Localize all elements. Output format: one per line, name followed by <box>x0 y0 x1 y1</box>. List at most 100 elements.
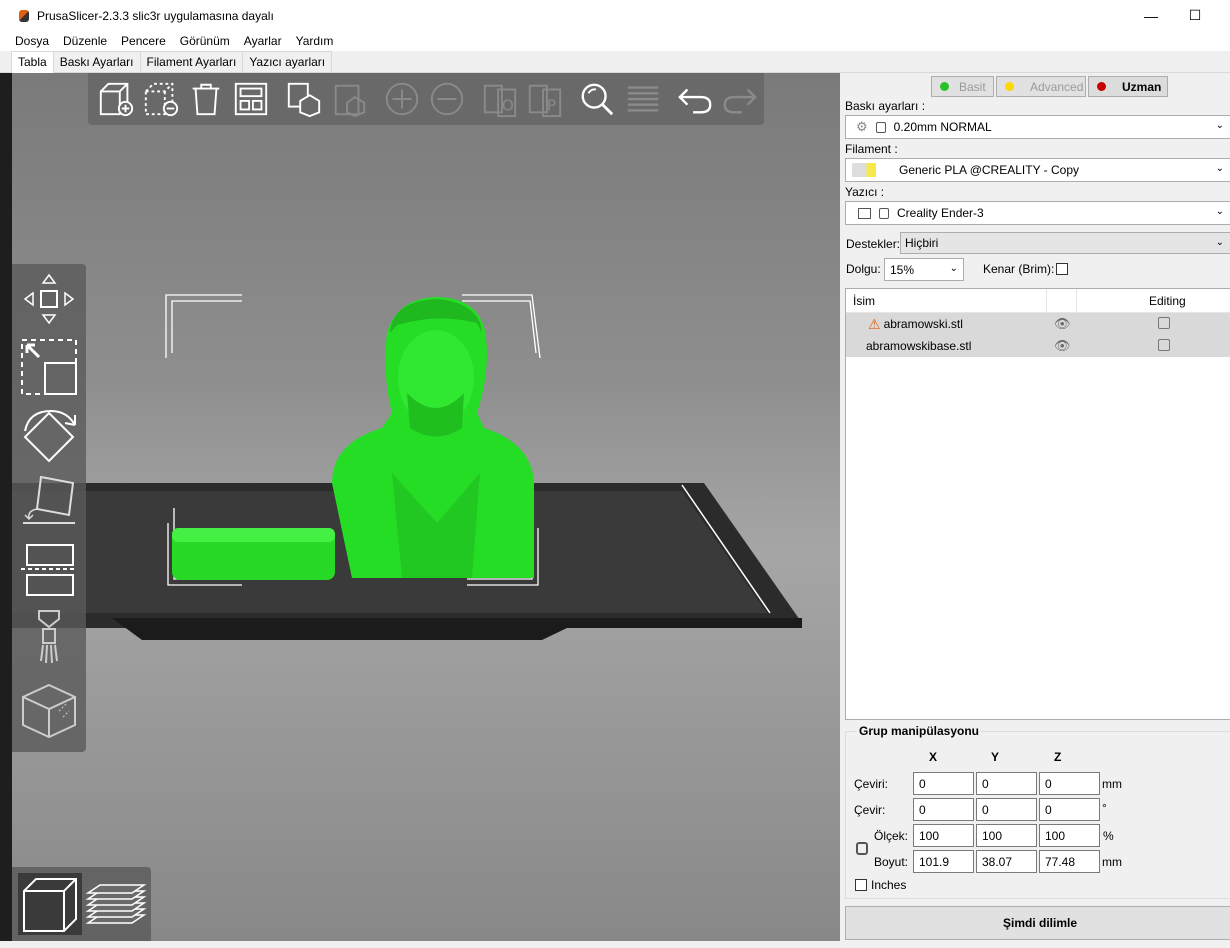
delete-all-icon[interactable] <box>184 77 227 121</box>
group-manipulation-panel: Grup manipülasyonu X Y Z Çeviri: 0 0 0 m… <box>845 724 1230 899</box>
filament-value: Generic PLA @CREALITY - Copy <box>899 163 1080 177</box>
paint-supports-icon[interactable] <box>18 608 80 670</box>
menu-edit[interactable]: Düzenle <box>56 34 114 48</box>
prusaslicer-logo-icon <box>19 9 29 22</box>
scale-z-field[interactable]: 100 <box>1039 824 1100 847</box>
edit-settings-icon[interactable] <box>1158 317 1170 329</box>
mode-expert-button[interactable]: Uzman <box>1088 76 1168 97</box>
sla-support-icon[interactable] <box>18 680 80 742</box>
rotation-y-field[interactable]: 0 <box>976 798 1037 821</box>
print-settings-label: Baskı ayarları : <box>845 99 926 113</box>
split-objects-icon: O <box>478 77 521 121</box>
position-y-field[interactable]: 0 <box>976 772 1037 795</box>
size-y-field[interactable]: 38.07 <box>976 850 1037 873</box>
printer-icon <box>858 207 871 219</box>
redo-icon <box>719 77 762 121</box>
basic-dot-icon <box>940 82 949 91</box>
warning-icon[interactable]: ⚠ <box>868 316 881 333</box>
position-x-field[interactable]: 0 <box>913 772 974 795</box>
supports-combo[interactable]: Hiçbiri ⌄ <box>900 232 1230 254</box>
x-header: X <box>929 750 938 764</box>
menu-help[interactable]: Yardım <box>289 34 341 48</box>
size-label: Boyut: <box>874 855 909 869</box>
slice-now-button[interactable]: Şimdi dilimle <box>845 906 1230 940</box>
svg-text:O: O <box>501 96 513 114</box>
minimize-button[interactable]: — <box>1128 0 1174 31</box>
inches-checkbox[interactable] <box>855 879 867 891</box>
size-x-field[interactable]: 101.9 <box>913 850 974 873</box>
gear-icon: ⚙ <box>856 119 868 134</box>
size-z-field[interactable]: 77.48 <box>1039 850 1100 873</box>
chevron-down-icon: ⌄ <box>1215 120 1224 131</box>
rotation-x-field[interactable]: 0 <box>913 798 974 821</box>
list-item[interactable]: ⚠ abramowski.stl 👁 <box>846 313 1230 335</box>
edit-settings-icon[interactable] <box>1158 339 1170 351</box>
scale-label: Ölçek: <box>874 829 909 843</box>
filament-color-swatch[interactable] <box>852 163 876 177</box>
delete-object-icon[interactable] <box>139 77 182 121</box>
left-toolbar <box>12 264 86 752</box>
column-name-header[interactable]: İsim <box>853 294 875 308</box>
printer-combo[interactable]: Creality Ender-3 ⌄ <box>845 201 1230 225</box>
3d-viewport[interactable]: O P <box>12 73 840 941</box>
paste-icon <box>327 77 370 121</box>
menu-view[interactable]: Görünüm <box>173 34 237 48</box>
size-unit: mm <box>1102 855 1122 869</box>
add-object-icon[interactable] <box>94 77 137 121</box>
preview-icon[interactable] <box>84 873 148 935</box>
chevron-down-icon: ⌄ <box>949 263 958 274</box>
scale-x-field[interactable]: 100 <box>913 824 974 847</box>
lock-icon <box>879 207 889 219</box>
window-title: PrusaSlicer-2.3.3 slic3r uygulamasına da… <box>37 8 274 23</box>
infill-combo[interactable]: 15% ⌄ <box>884 258 964 281</box>
eye-icon[interactable]: 👁 <box>1054 316 1071 332</box>
position-label: Çeviri: <box>854 777 889 791</box>
menu-configuration[interactable]: Ayarlar <box>237 34 289 48</box>
brim-label: Kenar (Brim): <box>983 262 1055 276</box>
tab-print-settings[interactable]: Baskı Ayarları <box>52 51 141 72</box>
scale-icon[interactable] <box>18 336 80 398</box>
mode-expert-label: Uzman <box>1122 79 1162 94</box>
menu-window[interactable]: Pencere <box>114 34 173 48</box>
maximize-button[interactable]: ☐ <box>1172 0 1218 31</box>
print-bed-scene <box>12 294 802 640</box>
cut-icon[interactable] <box>18 538 80 600</box>
column-editing-header[interactable]: Editing <box>1149 294 1186 308</box>
scale-y-field[interactable]: 100 <box>976 824 1037 847</box>
rotation-z-field[interactable]: 0 <box>1039 798 1100 821</box>
add-instance-icon <box>380 77 423 121</box>
copy-icon[interactable] <box>282 77 325 121</box>
infill-label: Dolgu: <box>846 262 881 276</box>
print-settings-value: 0.20mm NORMAL <box>893 120 992 134</box>
filament-label: Filament : <box>845 142 898 156</box>
chevron-down-icon: ⌄ <box>1215 206 1224 217</box>
filament-combo[interactable]: Generic PLA @CREALITY - Copy ⌄ <box>845 158 1230 182</box>
list-item[interactable]: abramowskibase.stl 👁 <box>846 335 1230 357</box>
eye-icon[interactable]: 👁 <box>1054 338 1071 354</box>
sidebar: Basit Advanced Uzman Baskı ayarları : ⚙ … <box>841 73 1230 948</box>
tab-printer-settings[interactable]: Yazıcı ayarları <box>242 51 333 72</box>
object-name: abramowskibase.stl <box>866 339 972 353</box>
manipulation-title: Grup manipülasyonu <box>857 724 982 738</box>
move-icon[interactable] <box>18 268 80 330</box>
tab-filament-settings[interactable]: Filament Ayarları <box>139 51 244 72</box>
place-on-face-icon[interactable] <box>18 470 80 532</box>
top-toolbar: O P <box>88 73 764 125</box>
undo-icon[interactable] <box>674 77 717 121</box>
tab-plater[interactable]: Tabla <box>11 51 54 73</box>
position-z-field[interactable]: 0 <box>1039 772 1100 795</box>
object-name: abramowski.stl <box>883 317 963 331</box>
z-header: Z <box>1054 750 1062 764</box>
brim-checkbox[interactable] <box>1056 263 1068 275</box>
menu-file[interactable]: Dosya <box>8 34 56 48</box>
rotate-icon[interactable] <box>18 406 80 468</box>
arrange-icon[interactable] <box>229 77 272 121</box>
search-icon[interactable] <box>576 77 619 121</box>
svg-text:P: P <box>546 96 555 114</box>
print-settings-combo[interactable]: ⚙ 0.20mm NORMAL ⌄ <box>845 115 1230 139</box>
y-header: Y <box>991 750 1000 764</box>
lock-icon[interactable] <box>856 842 868 855</box>
3d-view-icon[interactable] <box>18 873 82 935</box>
mode-basic-button[interactable]: Basit <box>931 76 994 97</box>
mode-advanced-button[interactable]: Advanced <box>996 76 1086 97</box>
